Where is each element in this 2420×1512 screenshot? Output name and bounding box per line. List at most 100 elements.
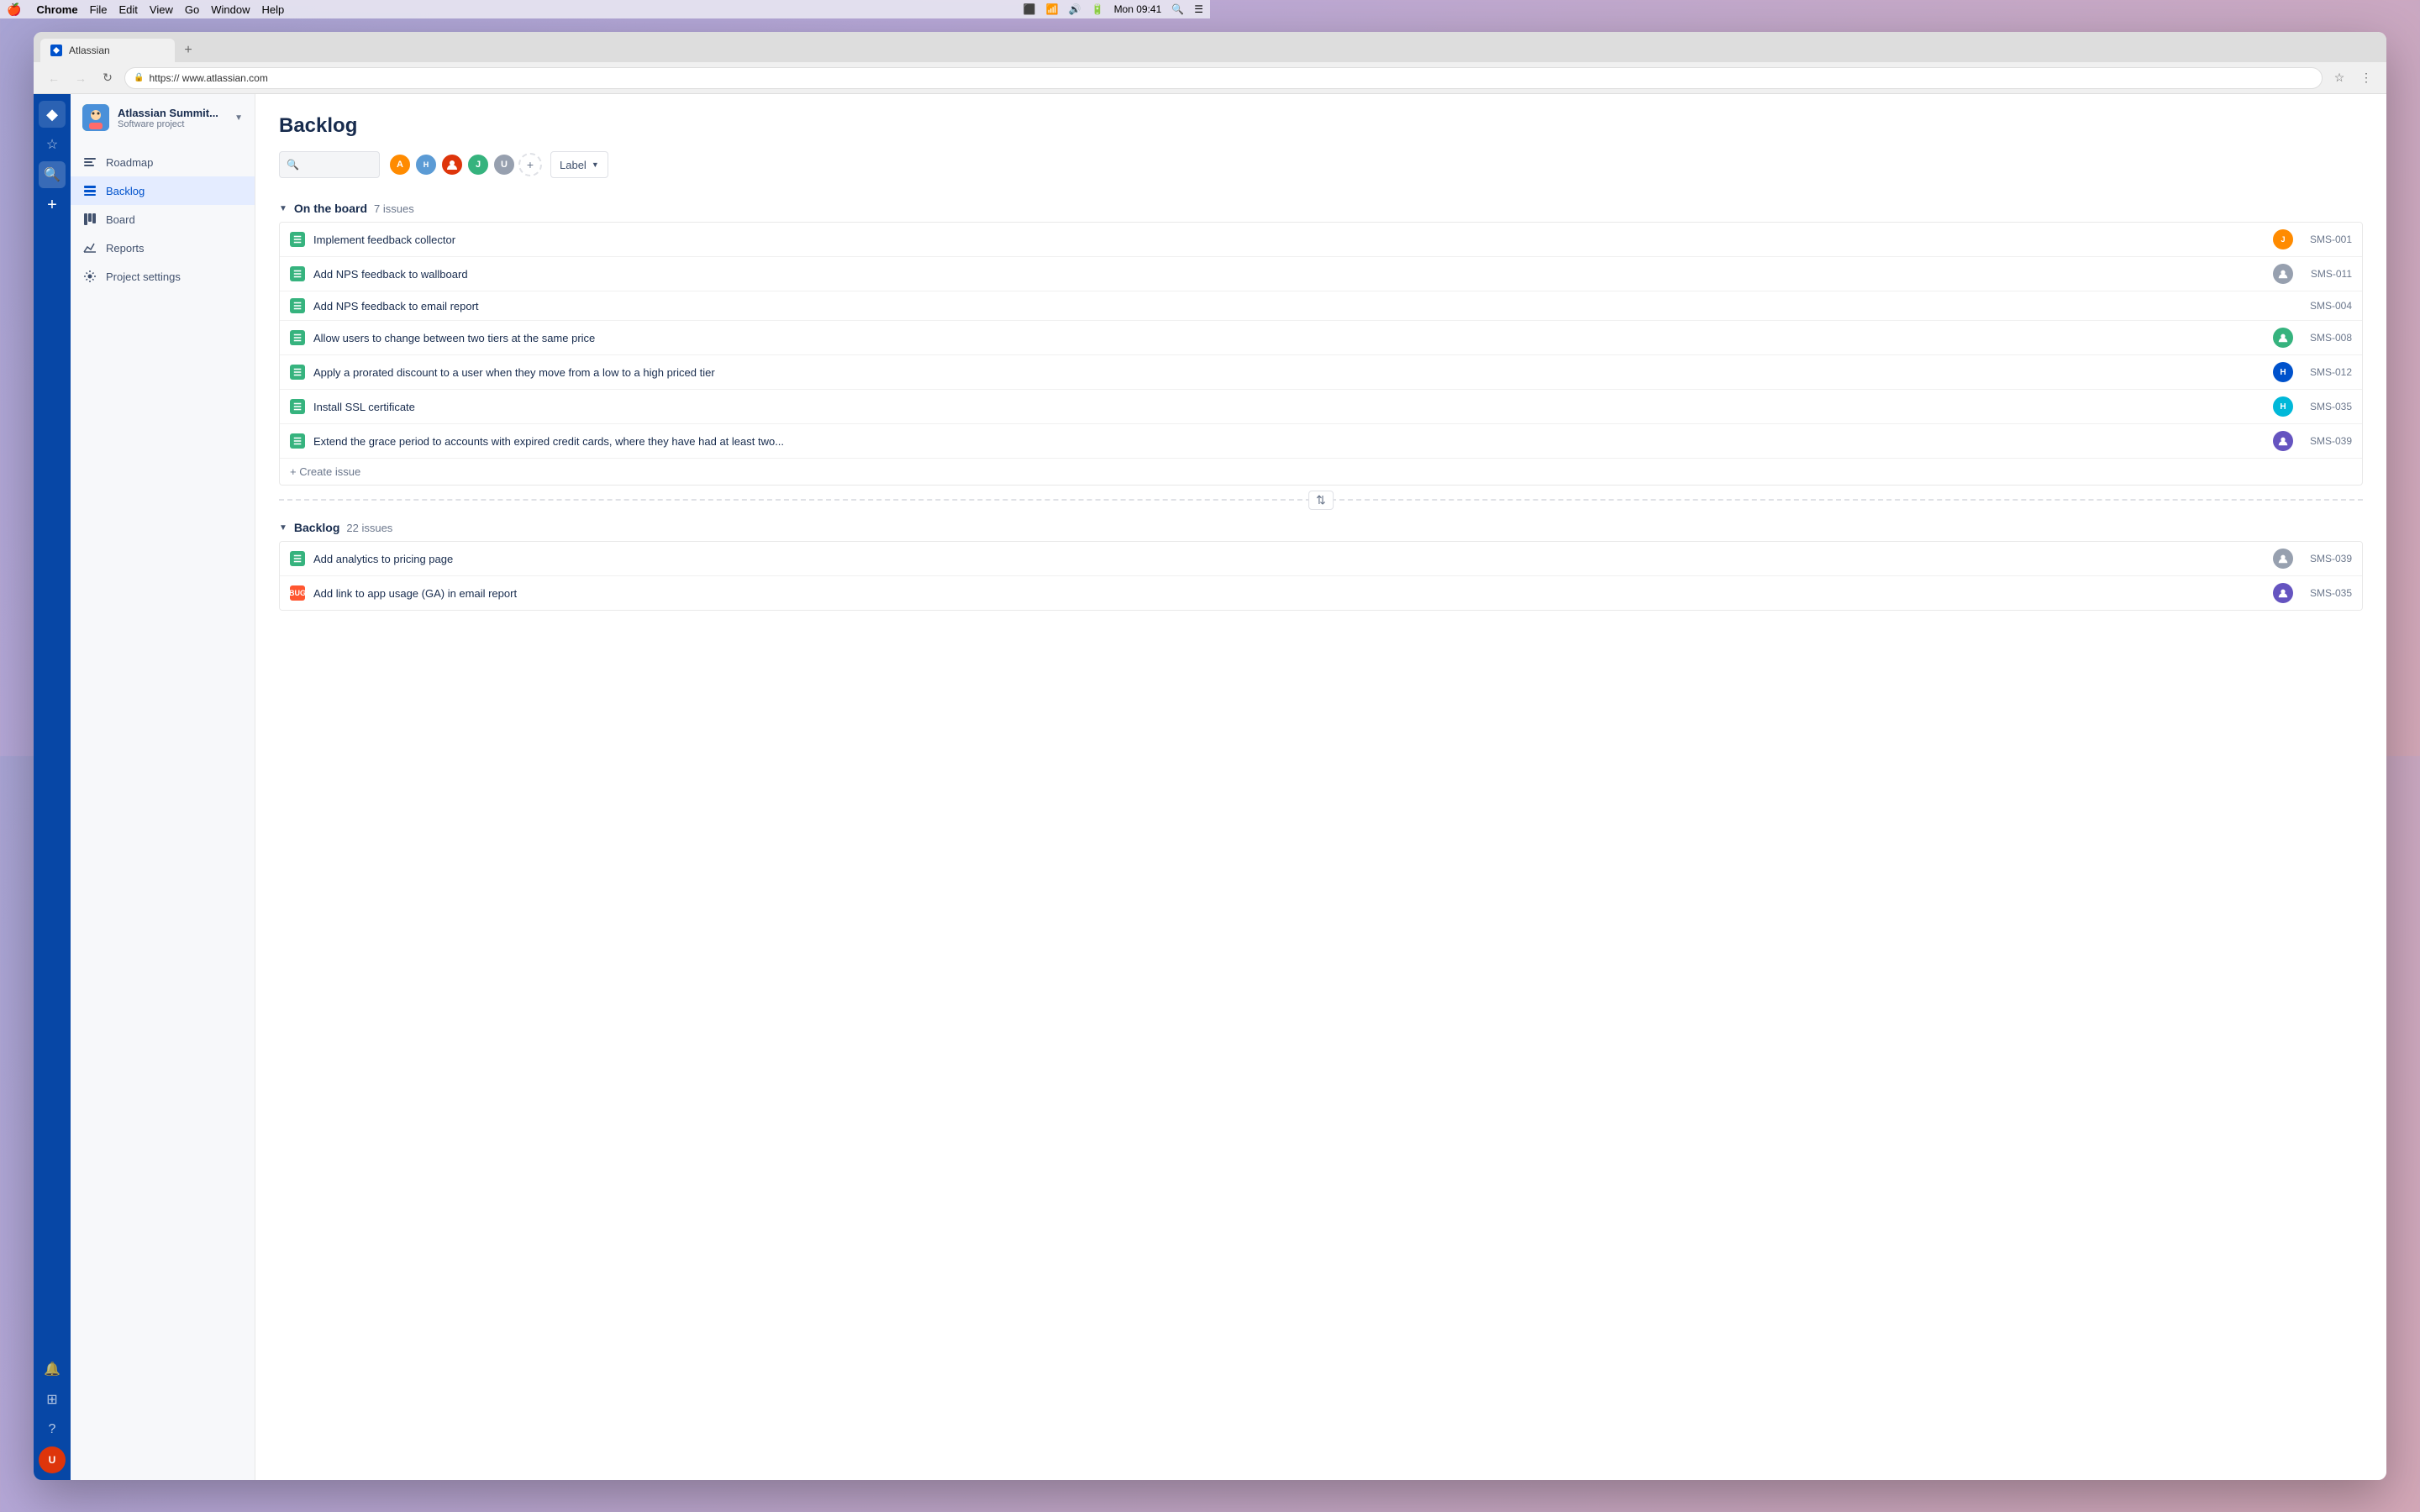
issue-title: Add NPS feedback to wallboard (313, 268, 2265, 281)
new-tab-button[interactable]: + (176, 39, 200, 62)
table-row[interactable]: ☰ Add analytics to pricing page SMS-039 (280, 542, 2362, 576)
filter-bar: 🔍 A H J U + Label ▼ (279, 151, 2363, 178)
sidebar-item-project-settings[interactable]: Project settings (71, 262, 255, 291)
menubar-window[interactable]: Window (211, 3, 250, 16)
menubar-menu-icon[interactable]: ☰ (1194, 3, 1203, 15)
issue-avatar (2273, 431, 2293, 451)
label-dropdown-text: Label (560, 159, 587, 171)
issue-title: Allow users to change between two tiers … (313, 332, 2265, 344)
more-button[interactable]: ⋮ (2356, 68, 2376, 88)
drag-divider: ⇅ (279, 499, 2363, 501)
search-box[interactable]: 🔍 (279, 151, 380, 178)
table-row[interactable]: ☰ Install SSL certificate H SMS-035 (280, 390, 2362, 424)
issue-avatar (2273, 549, 2293, 569)
browser-content: ◆ ☆ 🔍 + 🔔 ⊞ ? U (34, 94, 2386, 1480)
forward-button[interactable]: → (71, 68, 91, 88)
issue-type-story-icon: ☰ (290, 551, 305, 566)
issue-type-bug-icon: BUG (290, 585, 305, 601)
menubar-edit[interactable]: Edit (119, 3, 138, 16)
drag-handle-icon[interactable]: ⇅ (1308, 491, 1334, 510)
issue-type-story-icon: ☰ (290, 232, 305, 247)
sidebar-profile-icon[interactable]: U (39, 1446, 66, 1473)
lock-icon: 🔒 (134, 73, 144, 82)
project-type: Software project (118, 119, 226, 129)
menubar-wifi-icon: 📶 (1046, 3, 1059, 15)
issue-id: SMS-011 (2302, 268, 2352, 280)
sidebar-nav: Roadmap Backlog (71, 141, 255, 297)
reload-button[interactable]: ↻ (97, 68, 118, 88)
sidebar-item-backlog[interactable]: Backlog (71, 176, 255, 205)
main-content: Backlog 🔍 A H J U + Label (255, 94, 2386, 1480)
on-the-board-title: On the board (294, 202, 367, 215)
reports-label: Reports (106, 242, 145, 255)
backlog-label: Backlog (106, 185, 145, 197)
issue-id: SMS-012 (2302, 366, 2352, 378)
backlog-section: ▼ Backlog 22 issues ☰ Add analytics to p… (279, 514, 2363, 611)
avatar-filter-3[interactable] (440, 153, 464, 176)
table-row[interactable]: ☰ Implement feedback collector J SMS-001 (280, 223, 2362, 257)
menubar-help[interactable]: Help (261, 3, 284, 16)
issue-avatar (2273, 328, 2293, 348)
sidebar-favorites-icon[interactable]: ☆ (39, 131, 66, 158)
sidebar-item-reports[interactable]: Reports (71, 234, 255, 262)
issue-title: Add link to app usage (GA) in email repo… (313, 587, 2265, 600)
issue-id: SMS-039 (2302, 553, 2352, 564)
sidebar-help-icon[interactable]: ? (39, 1416, 66, 1443)
backlog-section-header[interactable]: ▼ Backlog 22 issues (279, 514, 2363, 541)
issue-title: Extend the grace period to accounts with… (313, 435, 2265, 448)
bookmark-button[interactable]: ☆ (2329, 68, 2349, 88)
menubar-view[interactable]: View (150, 3, 173, 16)
atlassian-home-icon[interactable]: ◆ (39, 101, 66, 128)
avatar-filter-2[interactable]: H (414, 153, 438, 176)
avatar-filter-5[interactable]: U (492, 153, 516, 176)
sidebar-search-icon[interactable]: 🔍 (39, 161, 66, 188)
issue-title: Apply a prorated discount to a user when… (313, 366, 2265, 379)
backlog-chevron-icon: ▼ (279, 523, 287, 533)
table-row[interactable]: ☰ Apply a prorated discount to a user wh… (280, 355, 2362, 390)
issue-avatar: H (2273, 362, 2293, 382)
avatar-filter-add[interactable]: + (518, 153, 542, 176)
menubar-cast-icon: ⬛ (1023, 3, 1036, 15)
back-button[interactable]: ← (44, 68, 64, 88)
sidebar-item-roadmap[interactable]: Roadmap (71, 148, 255, 176)
project-header[interactable]: Atlassian Summit... Software project ▼ (71, 94, 255, 141)
menubar-search-icon[interactable]: 🔍 (1171, 3, 1184, 15)
label-dropdown[interactable]: Label ▼ (550, 151, 608, 178)
menubar-time: Mon 09:41 (1114, 3, 1162, 15)
sidebar-apps-icon[interactable]: ⊞ (39, 1386, 66, 1413)
table-row[interactable]: ☰ Add NPS feedback to wallboard SMS-011 (280, 257, 2362, 291)
menubar-left: 🍎 Chrome File Edit View Go Window Help (7, 3, 284, 17)
issue-title: Add NPS feedback to email report (313, 300, 2293, 312)
menubar-battery-icon: 🔋 (1092, 3, 1104, 15)
backlog-issues-list: ☰ Add analytics to pricing page SMS-039 … (279, 541, 2363, 611)
table-row[interactable]: ☰ Allow users to change between two tier… (280, 321, 2362, 355)
project-name: Atlassian Summit... (118, 107, 226, 119)
backlog-icon (82, 183, 97, 198)
reports-icon (82, 240, 97, 255)
on-the-board-header[interactable]: ▼ On the board 7 issues (279, 195, 2363, 222)
menubar-go[interactable]: Go (185, 3, 199, 16)
create-issue-text: + Create issue (290, 465, 360, 478)
sidebar-create-icon[interactable]: + (39, 192, 66, 218)
on-the-board-section: ▼ On the board 7 issues ☰ Implement feed… (279, 195, 2363, 486)
menubar-chrome[interactable]: Chrome (36, 3, 77, 16)
apple-logo-icon[interactable]: 🍎 (7, 3, 21, 17)
avatar-filter-1[interactable]: A (388, 153, 412, 176)
issue-title: Implement feedback collector (313, 234, 2265, 246)
issue-id: SMS-004 (2302, 300, 2352, 312)
browser-window: Atlassian + ← → ↻ 🔒 https:// www.atlassi… (34, 32, 2386, 1480)
create-issue-button[interactable]: + Create issue (280, 459, 2362, 485)
backlog-section-count: 22 issues (346, 522, 392, 534)
address-bar[interactable]: 🔒 https:// www.atlassian.com (124, 67, 2323, 89)
table-row[interactable]: ☰ Add NPS feedback to email report SMS-0… (280, 291, 2362, 321)
table-row[interactable]: BUG Add link to app usage (GA) in email … (280, 576, 2362, 610)
browser-tab[interactable]: Atlassian (40, 39, 175, 62)
sidebar-item-board[interactable]: Board (71, 205, 255, 234)
menubar-file[interactable]: File (90, 3, 108, 16)
issue-title: Add analytics to pricing page (313, 553, 2265, 565)
avatar-filter-4[interactable]: J (466, 153, 490, 176)
table-row[interactable]: ☰ Extend the grace period to accounts wi… (280, 424, 2362, 459)
sidebar-notifications-icon[interactable]: 🔔 (39, 1356, 66, 1383)
board-icon (82, 212, 97, 227)
issue-title: Install SSL certificate (313, 401, 2265, 413)
